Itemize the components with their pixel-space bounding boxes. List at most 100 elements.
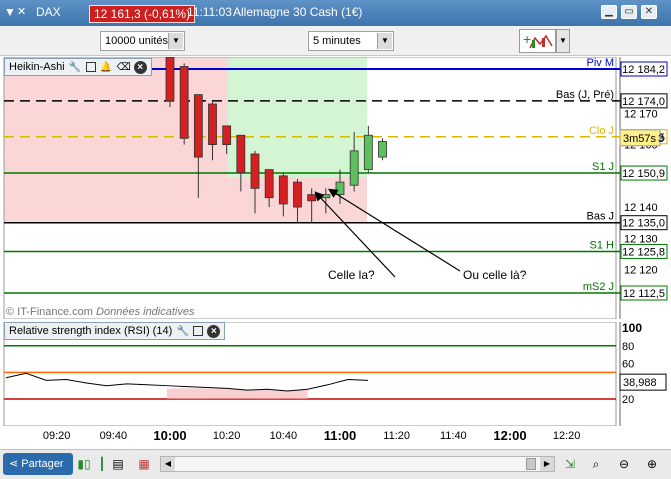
rsi-tick-label: 80 bbox=[622, 341, 634, 353]
bell-icon[interactable]: 🔔 bbox=[100, 61, 113, 74]
level-label: Clo J bbox=[589, 125, 614, 137]
countdown-suffix: 3 bbox=[658, 133, 664, 145]
add-indicator-button[interactable]: + bbox=[519, 29, 556, 53]
title-bar: ▼ ✕ DAX 12 161,3 (-0,61%) 11:11:03 Allem… bbox=[0, 0, 671, 26]
rsi-header: Relative strength index (RSI) (14) 🔧 × bbox=[4, 322, 226, 340]
price-badge: 12 161,3 (-0,61%) bbox=[89, 5, 196, 23]
close-x-icon[interactable]: ✕ bbox=[17, 5, 26, 18]
candle-body bbox=[264, 169, 274, 199]
level-label: Piv M bbox=[587, 57, 615, 69]
white-zone bbox=[367, 57, 616, 223]
candle-body bbox=[363, 134, 373, 170]
y-tick-label: 12 130 bbox=[624, 233, 658, 245]
watermark-note: Données indicatives bbox=[96, 306, 195, 318]
price-tag: 12 125,8 bbox=[622, 246, 665, 258]
table-icon[interactable]: ▤ bbox=[110, 455, 126, 473]
chevron-down-icon[interactable]: ▼ bbox=[168, 33, 183, 49]
chevron-down-icon[interactable]: ▼ bbox=[556, 29, 570, 53]
zoom-in-icon[interactable]: ⊕ bbox=[644, 455, 660, 473]
time-tick-label: 11:40 bbox=[439, 430, 467, 442]
level-label: S1 J bbox=[592, 161, 614, 173]
rsi-tick-label: 100 bbox=[622, 322, 642, 335]
app-menu-icon[interactable]: ▼ bbox=[4, 5, 16, 19]
price-tag: 12 174,0 bbox=[622, 96, 665, 108]
minimize-icon[interactable]: ▁ bbox=[601, 5, 617, 19]
maximize-icon[interactable]: ▭ bbox=[621, 5, 637, 19]
red-zone-low bbox=[4, 177, 228, 223]
candle-body bbox=[193, 94, 203, 158]
toolbar: 10000 unités ▼ 5 minutes ▼ + ▼ bbox=[0, 26, 671, 56]
rsi-current-value: 38,988 bbox=[623, 377, 657, 389]
eraser-icon[interactable]: ⌫ bbox=[117, 61, 131, 74]
time-tick-label: 09:20 bbox=[42, 430, 71, 442]
green-zone bbox=[228, 57, 367, 177]
candle-chart-icon[interactable]: ▮▯ bbox=[76, 455, 92, 473]
symbol-name: DAX bbox=[36, 5, 61, 19]
share-label: Partager bbox=[21, 458, 64, 470]
autoscale-icon[interactable]: ⇲ bbox=[562, 455, 578, 473]
candle-body bbox=[378, 141, 387, 158]
zoom-fit-icon[interactable]: ⌕ bbox=[588, 455, 604, 473]
time-tick-label: 10:20 bbox=[212, 430, 241, 442]
zoom-out-icon[interactable]: ⊖ bbox=[616, 455, 632, 473]
svg-text:+: + bbox=[523, 31, 531, 47]
candle-body bbox=[236, 134, 246, 174]
share-icon: ⋖ bbox=[9, 458, 22, 470]
time-tick-label: 10:40 bbox=[269, 430, 298, 442]
close-window-icon[interactable]: ✕ bbox=[641, 5, 657, 19]
chevron-down-icon[interactable]: ▼ bbox=[377, 33, 392, 49]
indicator-name: Heikin-Ashi bbox=[9, 61, 65, 73]
time-tick-label: 11:20 bbox=[383, 430, 411, 442]
grid-icon[interactable]: ▦ bbox=[136, 455, 152, 473]
y-tick-label: 12 120 bbox=[624, 265, 658, 277]
time-axis: 09:20 09:40 10:00 10:20 10:40 11:00 11:20 11:40… bbox=[0, 426, 612, 448]
candle-body bbox=[278, 175, 288, 205]
close-icon[interactable]: × bbox=[133, 60, 147, 74]
watermark: © IT-Finance.com Données indicatives bbox=[6, 306, 194, 318]
time-tick-label: 12:20 bbox=[552, 430, 581, 442]
candle-body bbox=[250, 153, 260, 189]
price-tag: 12 112,5 bbox=[623, 288, 665, 300]
horizontal-scrollbar[interactable]: ◀ ▶ bbox=[160, 456, 555, 472]
bottom-bar: ⋖ Partager ▮▯ ┃ ▤ ▦ ◀ ▶ ⇲ ⌕ ⊖ ⊕ bbox=[0, 449, 671, 479]
clock-time: 11:11:03 bbox=[187, 5, 232, 19]
price-tag: 12 184,2 bbox=[622, 64, 665, 76]
wrench-icon[interactable]: 🔧 bbox=[176, 325, 189, 338]
timeframe-dropdown[interactable]: 5 minutes ▼ bbox=[308, 31, 394, 51]
price-chart[interactable]: Piv M 12 184,2 Bas (J, Pré) 12 174,0 Clo J 12… bbox=[0, 57, 671, 319]
close-icon[interactable]: × bbox=[207, 324, 221, 338]
candle-body bbox=[349, 150, 359, 186]
rsi-tick-label: 60 bbox=[622, 359, 634, 371]
y-tick-label: 12 140 bbox=[624, 202, 658, 214]
timeframe-value: 5 minutes bbox=[313, 35, 361, 47]
instrument-name: Allemagne 30 Cash (1€) bbox=[233, 5, 363, 19]
share-button[interactable]: ⋖ Partager bbox=[3, 453, 73, 475]
y-tick-label: 12 170 bbox=[624, 108, 658, 120]
scroll-thumb[interactable] bbox=[526, 458, 536, 470]
time-tick-label: 10:00 bbox=[153, 428, 187, 443]
level-label: Bas J bbox=[586, 211, 614, 223]
window-icon[interactable] bbox=[193, 326, 204, 336]
indicator-header: Heikin-Ashi 🔧 🔔 ⌫ × bbox=[4, 58, 152, 76]
price-chart-panel[interactable]: Piv M 12 184,2 Bas (J, Pré) 12 174,0 Clo J 12… bbox=[0, 57, 671, 319]
candle-body bbox=[222, 125, 232, 146]
annotation-label: Celle la? bbox=[328, 268, 375, 282]
time-tick-label: 12:00 bbox=[493, 428, 527, 443]
candle-body bbox=[208, 103, 217, 146]
level-label: S1 H bbox=[590, 239, 615, 251]
wrench-icon[interactable]: 🔧 bbox=[69, 61, 82, 74]
price-tag: 12 135,0 bbox=[622, 218, 665, 230]
rsi-title: Relative strength index (RSI) (14) bbox=[9, 325, 173, 337]
candle-body bbox=[293, 181, 302, 208]
units-dropdown[interactable]: 10000 unités ▼ bbox=[100, 31, 185, 51]
time-tick-label: 11:00 bbox=[323, 428, 357, 443]
bar-chart-icon[interactable]: ┃ bbox=[94, 455, 110, 473]
time-tick-label: 09:40 bbox=[99, 430, 128, 442]
rsi-panel[interactable]: 1008060402038,988 Relative strength inde… bbox=[0, 322, 671, 426]
candle-body bbox=[321, 194, 331, 199]
level-label: mS2 J bbox=[583, 281, 614, 293]
units-value: 10000 unités bbox=[105, 35, 168, 47]
window-icon[interactable] bbox=[85, 62, 96, 72]
scroll-left-icon[interactable]: ◀ bbox=[161, 457, 175, 471]
scroll-right-icon[interactable]: ▶ bbox=[540, 457, 554, 471]
